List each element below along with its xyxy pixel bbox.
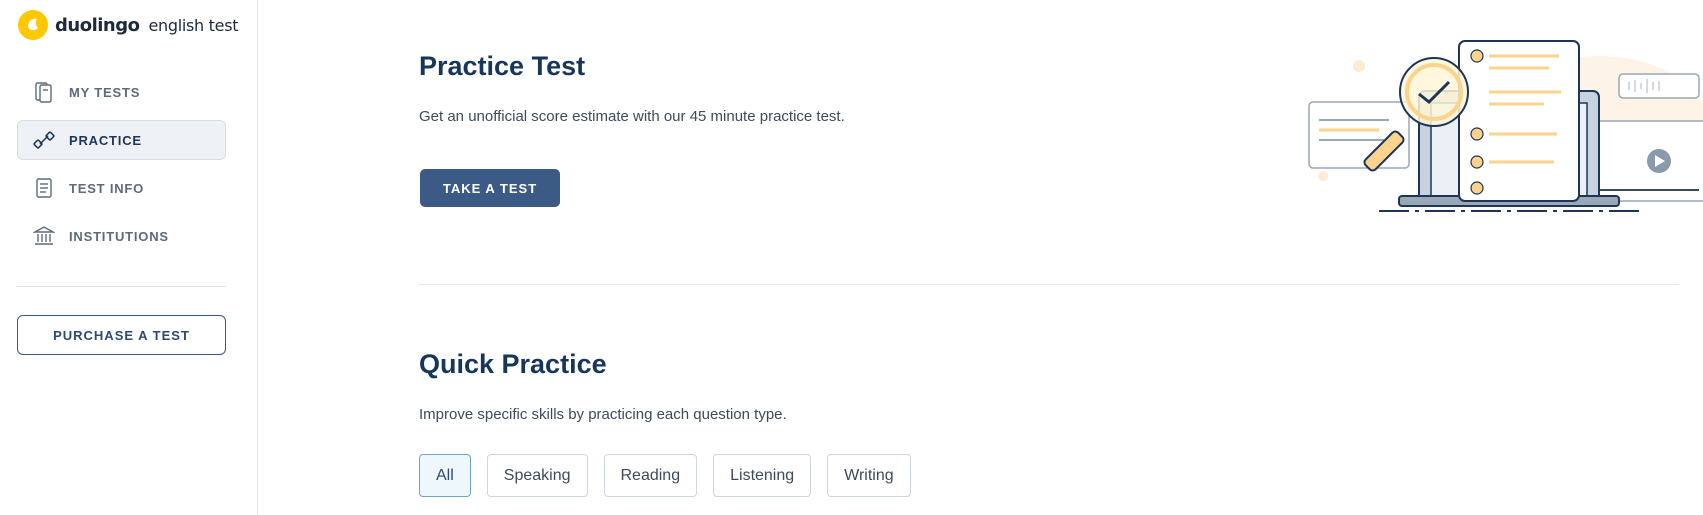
- sidebar-divider: [17, 286, 226, 287]
- take-a-test-button[interactable]: TAKE A TEST: [420, 169, 560, 207]
- sidebar-item-practice[interactable]: PRACTICE: [17, 120, 226, 160]
- question-type-filters: All Speaking Reading Listening Writing: [419, 454, 911, 497]
- filter-reading[interactable]: Reading: [603, 454, 698, 497]
- practice-test-illustration: [1308, 40, 1703, 212]
- brand-name: duolingo: [55, 14, 140, 36]
- sidebar-nav: MY TESTS PRACTICE TEST INFO INSTITUTIONS: [17, 72, 226, 264]
- filter-all[interactable]: All: [419, 454, 471, 497]
- logo[interactable]: duolingo english test: [17, 9, 239, 41]
- filter-speaking[interactable]: Speaking: [486, 454, 588, 497]
- duolingo-logo-icon: [18, 10, 48, 40]
- section-divider: [419, 284, 1679, 285]
- sidebar-item-label: INSTITUTIONS: [69, 228, 169, 244]
- sidebar-item-institutions[interactable]: INSTITUTIONS: [17, 216, 226, 256]
- sidebar-item-label: PRACTICE: [69, 132, 142, 148]
- practice-test-description: Get an unofficial score estimate with ou…: [419, 108, 845, 125]
- purchase-test-button[interactable]: PURCHASE A TEST: [17, 315, 226, 355]
- document-icon: [33, 177, 55, 199]
- brand-subtitle: english test: [148, 15, 239, 35]
- dumbbell-icon: [33, 129, 55, 151]
- sidebar-item-label: MY TESTS: [69, 84, 141, 100]
- notebook-icon: [33, 81, 55, 103]
- filter-writing[interactable]: Writing: [827, 454, 911, 497]
- quick-practice-title: Quick Practice: [419, 349, 607, 379]
- practice-test-title: Practice Test: [419, 51, 586, 81]
- filter-listening[interactable]: Listening: [713, 454, 812, 497]
- sidebar-item-label: TEST INFO: [69, 180, 145, 196]
- sidebar: duolingo english test MY TESTS PRACTICE …: [0, 0, 258, 515]
- sidebar-item-test-info[interactable]: TEST INFO: [17, 168, 226, 208]
- main-content: Practice Test Get an unofficial score es…: [259, 0, 1703, 515]
- institution-icon: [33, 225, 55, 247]
- quick-practice-description: Improve specific skills by practicing ea…: [419, 406, 787, 423]
- sidebar-item-my-tests[interactable]: MY TESTS: [17, 72, 226, 112]
